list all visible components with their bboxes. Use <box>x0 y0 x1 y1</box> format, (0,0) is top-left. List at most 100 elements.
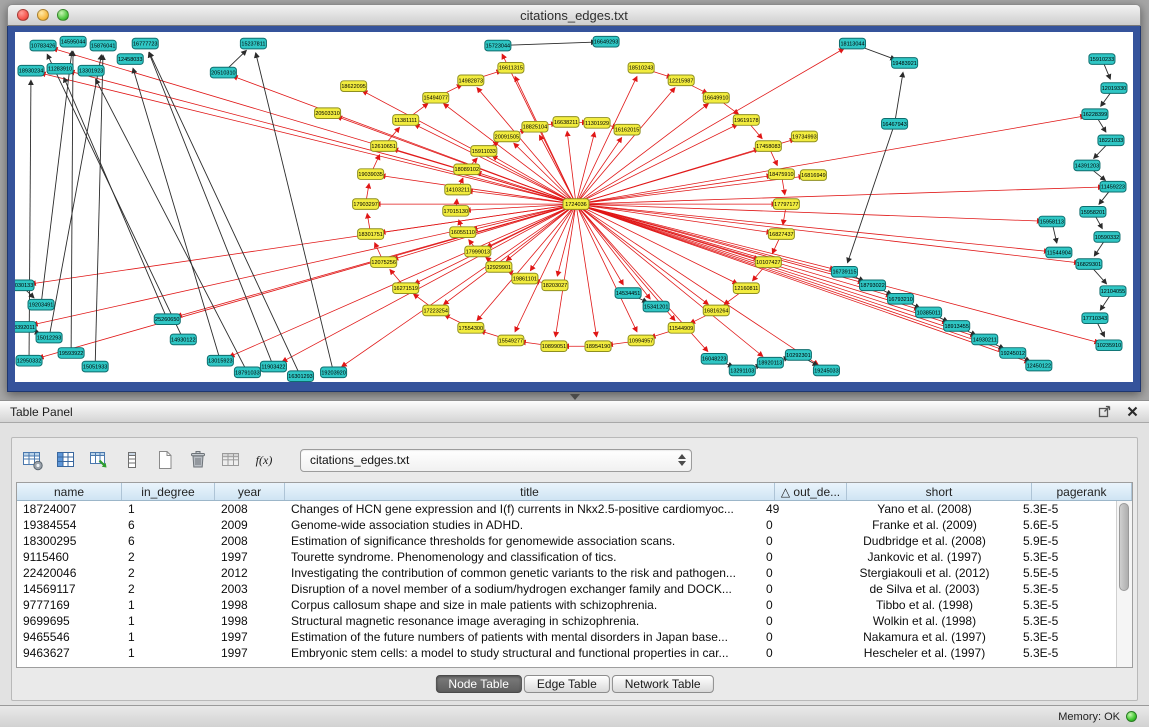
graph-node[interactable]: 11544909 <box>668 323 694 334</box>
column-header-name[interactable]: name <box>17 483 122 500</box>
graph-node[interactable]: 12929901 <box>486 262 512 273</box>
graph-node[interactable]: 12160811 <box>733 283 759 294</box>
graph-node[interactable]: 12104055 <box>1100 286 1126 297</box>
import-table-button[interactable] <box>86 447 112 473</box>
graph-node[interactable]: 16301293 <box>287 371 313 382</box>
table-row[interactable]: 1938455462009Genome-wide association stu… <box>17 517 1117 533</box>
graph-node[interactable]: 15012293 <box>36 332 62 343</box>
table-row[interactable]: 911546021997Tourette syndrome. Phenomeno… <box>17 549 1117 565</box>
graph-node[interactable]: 17903297 <box>353 199 379 210</box>
graph-node[interactable]: 10235910 <box>1096 340 1122 351</box>
graph-node[interactable]: 15549277 <box>498 335 524 346</box>
graph-node[interactable]: 19734993 <box>791 131 817 142</box>
graph-node[interactable]: 18113044 <box>839 38 865 49</box>
graph-node[interactable]: 17999013 <box>465 246 491 257</box>
graph-node[interactable]: 20091505 <box>494 131 520 142</box>
graph-node[interactable]: 14930122 <box>170 334 196 345</box>
graph-node[interactable]: 11301929 <box>584 118 610 129</box>
network-table-selector[interactable]: citations_edges.txt <box>300 449 692 472</box>
graph-node[interactable]: 12458033 <box>117 54 143 65</box>
graph-node[interactable]: 13015923 <box>207 355 233 366</box>
column-header-year[interactable]: year <box>215 483 285 500</box>
graph-node[interactable]: 14103211 <box>445 184 471 195</box>
graph-node[interactable]: 15958201 <box>1080 207 1106 218</box>
graph-node[interactable]: 12950332 <box>16 355 42 366</box>
column-header-in_degree[interactable]: in_degree <box>122 483 215 500</box>
graph-node[interactable]: 18793022 <box>860 280 886 291</box>
graph-node[interactable]: 11283910 <box>47 63 73 74</box>
graph-node[interactable]: 11459223 <box>1100 181 1126 192</box>
graph-node[interactable]: 19039035 <box>358 169 384 180</box>
graph-node[interactable]: 13392011 <box>15 322 36 333</box>
column-narrow-button[interactable] <box>119 447 145 473</box>
graph-node[interactable]: 19619178 <box>733 115 759 126</box>
graph-node[interactable]: 16649293 <box>593 36 619 47</box>
graph-node[interactable]: 15237811 <box>240 38 266 49</box>
graph-node[interactable]: 17797177 <box>773 199 799 210</box>
graph-node[interactable]: 16048223 <box>701 353 727 364</box>
graph-node[interactable]: 10783426 <box>30 40 56 51</box>
column-header-pagerank[interactable]: pagerank <box>1032 483 1132 500</box>
graph-node[interactable]: 17015130 <box>443 206 469 217</box>
graph-node[interactable]: 16739115 <box>831 266 857 277</box>
select-columns-button[interactable] <box>53 447 79 473</box>
graph-node[interactable]: 12019330 <box>1101 83 1127 94</box>
graph-node[interactable]: 16827437 <box>768 229 794 240</box>
graph-node[interactable]: 18475910 <box>768 169 794 180</box>
graph-node[interactable]: 19483921 <box>892 58 918 69</box>
graph-node[interactable]: 18920113 <box>757 357 783 368</box>
graph-node[interactable]: 10994957 <box>628 335 654 346</box>
graph-node[interactable]: 18913455 <box>944 321 970 332</box>
graph-node[interactable]: 18622095 <box>341 81 367 92</box>
graph-node[interactable]: 11544904 <box>1046 247 1072 258</box>
graph-node[interactable]: 16271519 <box>393 283 419 294</box>
graph-node[interactable]: 10292301 <box>785 350 811 361</box>
graph-node[interactable]: 16816264 <box>703 305 729 316</box>
graph-node[interactable]: 1724036 <box>563 199 589 210</box>
delete-table-button[interactable] <box>185 447 211 473</box>
graph-node[interactable]: 18301751 <box>358 229 384 240</box>
table-disabled-button[interactable] <box>218 447 244 473</box>
graph-node[interactable]: 16816949 <box>800 170 826 181</box>
graph-node[interactable]: 10107427 <box>755 257 781 268</box>
graph-node[interactable]: 14391203 <box>1074 160 1100 171</box>
graph-node[interactable]: 12610651 <box>371 141 397 152</box>
graph-node[interactable]: 16777723 <box>132 38 158 49</box>
graph-node[interactable]: 10030133 <box>15 280 34 291</box>
graph-node[interactable]: 18203027 <box>542 280 568 291</box>
minimize-button[interactable] <box>37 9 49 21</box>
table-row[interactable]: 1872400712008Changes of HCN gene express… <box>17 501 1117 517</box>
graph-node[interactable]: 14534451 <box>615 288 641 299</box>
graph-node[interactable]: 15341201 <box>643 301 669 312</box>
graph-node[interactable]: 20503310 <box>315 108 341 119</box>
graph-node[interactable]: 10590332 <box>1094 232 1120 243</box>
graph-node[interactable]: 19203920 <box>321 367 347 378</box>
graph-node[interactable]: 19861101 <box>512 273 538 284</box>
graph-node[interactable]: 20510310 <box>210 67 236 78</box>
column-header-short[interactable]: short <box>847 483 1032 500</box>
table-settings-button[interactable] <box>20 447 46 473</box>
graph-node[interactable]: 17554300 <box>458 323 484 334</box>
graph-node[interactable]: 16162015 <box>614 124 640 135</box>
table-vertical-scrollbar[interactable] <box>1116 501 1132 667</box>
graph-node[interactable]: 16649910 <box>703 92 729 103</box>
close-button[interactable] <box>17 9 29 21</box>
tab-node-table[interactable]: Node Table <box>435 675 522 693</box>
table-row[interactable]: 969969511998Structural magnetic resonanc… <box>17 613 1117 629</box>
tab-edge-table[interactable]: Edge Table <box>524 675 610 693</box>
network-view-window[interactable]: citations_edges.txt 17240361851024312215… <box>7 4 1141 392</box>
graph-node[interactable]: 16829301 <box>1076 259 1102 270</box>
column-header-out_de[interactable]: △ out_de... <box>775 483 847 500</box>
graph-node[interactable]: 15723044 <box>485 40 511 51</box>
column-header-title[interactable]: title <box>285 483 775 500</box>
graph-node[interactable]: 16611315 <box>498 62 524 73</box>
network-canvas[interactable]: 1724036185102431221598716649910196191781… <box>15 32 1133 382</box>
graph-node[interactable]: 16793210 <box>888 294 914 305</box>
graph-node[interactable]: 13291103 <box>729 365 755 376</box>
graph-node[interactable]: 16638211 <box>553 117 579 128</box>
graph-node[interactable]: 17458083 <box>755 141 781 152</box>
scrollbar-thumb[interactable] <box>1119 503 1129 591</box>
graph-node[interactable]: 11381111 <box>393 115 419 126</box>
graph-node[interactable]: 19245012 <box>1000 348 1026 359</box>
graph-node[interactable]: 10899051 <box>541 341 567 352</box>
